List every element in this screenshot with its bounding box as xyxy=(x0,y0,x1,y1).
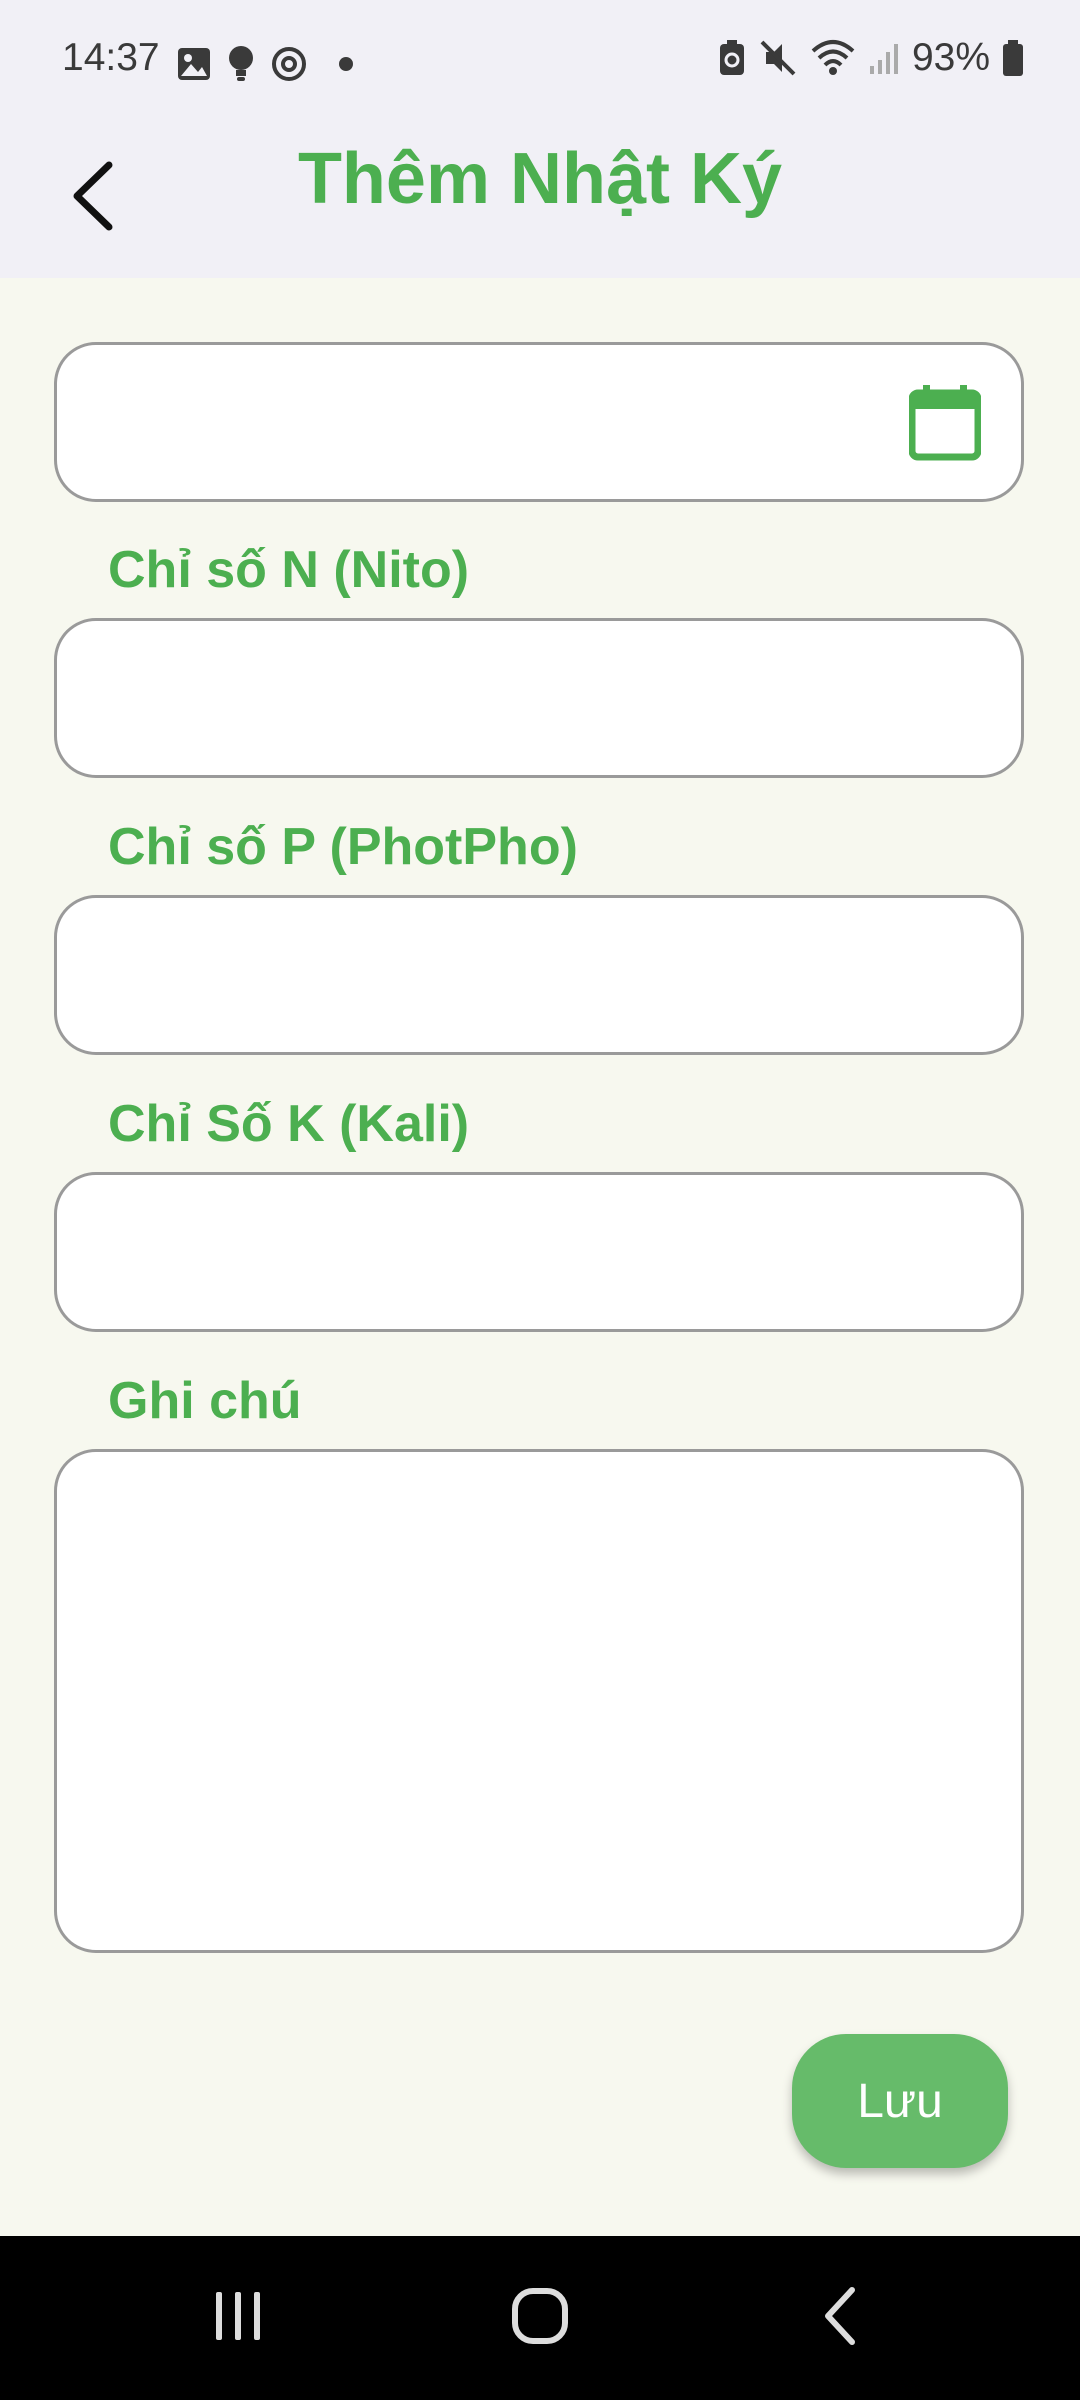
image-icon xyxy=(178,48,210,80)
recents-icon xyxy=(216,2292,260,2340)
battery-icon xyxy=(1003,40,1023,76)
status-bar: 14:37 93% xyxy=(0,0,1080,122)
sync-icon xyxy=(272,47,306,81)
battery-percent: 93% xyxy=(911,36,990,79)
date-field[interactable] xyxy=(54,342,1024,502)
phosphorus-input[interactable] xyxy=(57,898,1021,1052)
date-input[interactable] xyxy=(57,345,1021,499)
status-notification-icons xyxy=(176,44,362,84)
home-button[interactable] xyxy=(490,2276,590,2356)
save-button[interactable]: Lưu xyxy=(792,2034,1008,2168)
page-title: Thêm Nhật Ký xyxy=(297,139,783,219)
nitrogen-input[interactable] xyxy=(57,621,1021,775)
battery-saver-icon xyxy=(719,40,744,75)
note-label: Ghi chú xyxy=(108,1372,302,1430)
bulb-icon xyxy=(229,46,253,81)
mute-icon xyxy=(760,40,796,76)
system-nav-bar xyxy=(0,2236,1080,2400)
nav-back-button[interactable] xyxy=(790,2276,890,2356)
home-icon xyxy=(512,2288,568,2344)
potassium-field[interactable] xyxy=(54,1172,1024,1332)
back-icon xyxy=(825,2287,855,2345)
status-time: 14:37 xyxy=(62,36,160,79)
dot-icon xyxy=(339,57,353,71)
note-textarea[interactable] xyxy=(57,1452,1021,1950)
app-bar: Thêm Nhật Ký xyxy=(0,122,1080,278)
wifi-icon xyxy=(811,40,855,75)
recents-button[interactable] xyxy=(188,2276,288,2356)
status-system-icons: 93% xyxy=(718,36,1024,80)
potassium-label: Chỉ Số K (Kali) xyxy=(108,1095,470,1153)
calendar-icon[interactable] xyxy=(909,385,981,461)
note-field[interactable] xyxy=(54,1449,1024,1953)
phosphorus-field[interactable] xyxy=(54,895,1024,1055)
phosphorus-label: Chỉ số P (PhotPho) xyxy=(108,818,578,876)
signal-icon xyxy=(869,44,898,74)
nitrogen-field[interactable] xyxy=(54,618,1024,778)
nitrogen-label: Chỉ số N (Nito) xyxy=(108,541,470,599)
potassium-input[interactable] xyxy=(57,1175,1021,1329)
